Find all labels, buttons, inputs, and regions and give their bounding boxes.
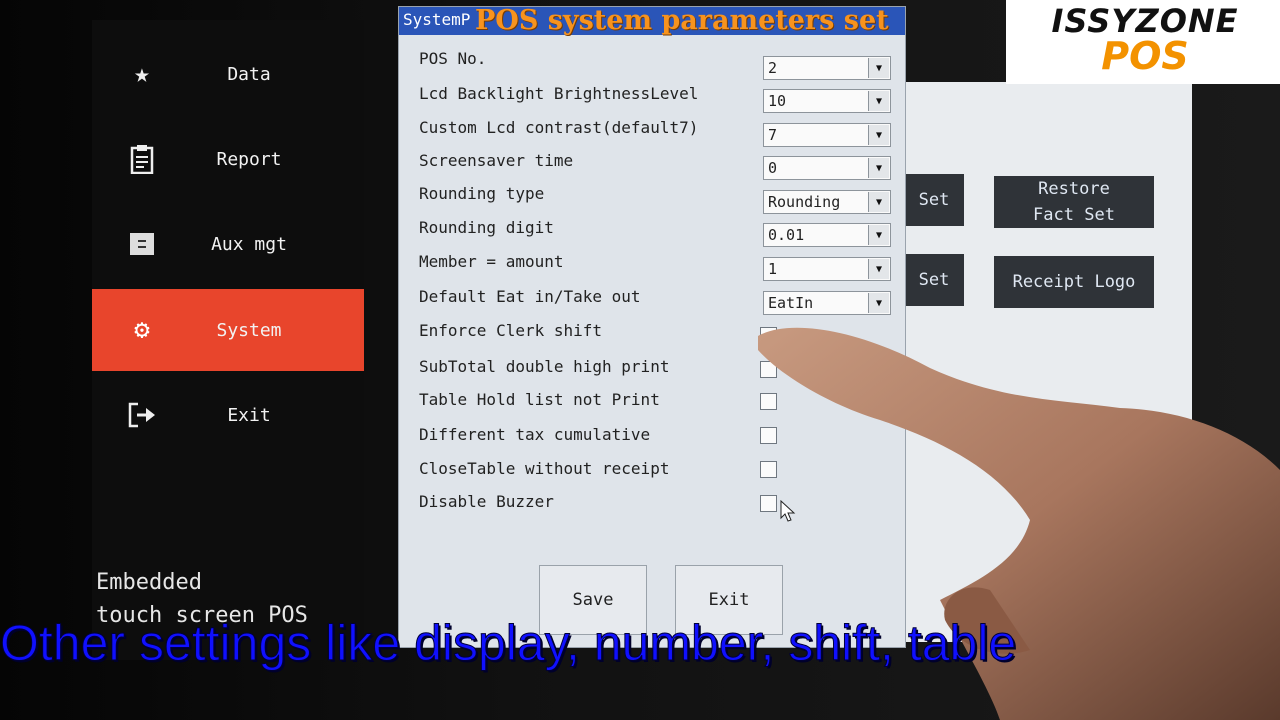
field-label: Rounding digit	[419, 218, 554, 237]
sidebar-item-label: Exit	[227, 404, 271, 426]
sidebar-item-label: Data	[227, 63, 271, 85]
sidebar-item-data[interactable]: ★ Data	[92, 33, 364, 115]
backlight-select[interactable]: 10 ▼	[763, 89, 891, 113]
set-button-1[interactable]: Set	[904, 174, 964, 226]
logo-line-2: POS	[1101, 34, 1189, 78]
receipt-logo-button[interactable]: Receipt Logo	[994, 256, 1154, 308]
system-parameters-dialog: SystemP POS system parameters set POS No…	[398, 5, 906, 648]
check-label: Table Hold list not Print	[419, 390, 660, 409]
gear-icon: ⚙	[134, 315, 150, 345]
sidebar-item-label: System	[216, 319, 282, 341]
field-label: Screensaver time	[419, 151, 574, 170]
check-label: CloseTable without receipt	[419, 459, 670, 478]
contrast-select[interactable]: 7 ▼	[763, 123, 891, 147]
chevron-down-icon[interactable]: ▼	[868, 293, 889, 313]
sidebar: ★ Data Report Aux mgt ⚙ System Exit	[92, 20, 364, 660]
select-value: 7	[768, 126, 778, 144]
field-label: Rounding type	[419, 184, 545, 203]
chevron-down-icon[interactable]: ▼	[868, 225, 889, 245]
select-value: 0	[768, 159, 778, 177]
set-button-2[interactable]: Set	[904, 254, 964, 306]
sidebar-item-system[interactable]: ⚙ System	[92, 289, 364, 371]
check-label: Enforce Clerk shift	[419, 321, 603, 340]
select-value: 2	[768, 59, 778, 77]
restore-fact-set-button[interactable]: Restore Fact Set	[994, 176, 1154, 228]
sidebar-item-aux-mgt[interactable]: Aux mgt	[92, 203, 364, 285]
check-label: SubTotal double high print	[419, 357, 670, 376]
chevron-down-icon[interactable]: ▼	[868, 125, 889, 145]
select-value: 0.01	[768, 226, 805, 244]
enforce-clerk-shift-checkbox[interactable]	[760, 327, 777, 344]
chevron-down-icon[interactable]: ▼	[868, 192, 889, 212]
background-panel	[902, 82, 1192, 642]
member-amount-select[interactable]: 1 ▼	[763, 257, 891, 281]
eat-in-select[interactable]: EatIn ▼	[763, 291, 891, 315]
chevron-down-icon[interactable]: ▼	[868, 58, 889, 78]
table-hold-list-checkbox[interactable]	[760, 393, 777, 410]
rounding-type-select[interactable]: Rounding ▼	[763, 190, 891, 214]
select-value: Rounding	[768, 193, 841, 211]
close-table-checkbox[interactable]	[760, 461, 777, 478]
check-label: Different tax cumulative	[419, 425, 651, 444]
sidebar-item-exit[interactable]: Exit	[92, 374, 364, 456]
field-label: Member = amount	[419, 252, 564, 271]
subtotal-double-high-checkbox[interactable]	[760, 361, 777, 378]
video-subtitle: Other settings like display, number, shi…	[0, 615, 1017, 672]
sidebar-item-report[interactable]: Report	[92, 118, 364, 200]
sidebar-item-label: Aux mgt	[211, 233, 287, 255]
exit-icon	[128, 401, 156, 429]
overlay-title: POS system parameters set	[475, 5, 889, 36]
sidebar-item-label: Report	[216, 148, 282, 170]
different-tax-checkbox[interactable]	[760, 427, 777, 444]
field-label: Lcd Backlight BrightnessLevel	[419, 84, 699, 103]
chevron-down-icon[interactable]: ▼	[868, 158, 889, 178]
select-value: 10	[768, 92, 787, 110]
chevron-down-icon[interactable]: ▼	[868, 91, 889, 111]
star-icon: ★	[134, 59, 150, 89]
issyzone-logo: ISSYZONE POS	[1006, 0, 1280, 84]
box-icon	[128, 230, 156, 258]
disable-buzzer-checkbox[interactable]	[760, 495, 777, 512]
select-value: 1	[768, 260, 778, 278]
clipboard-icon	[128, 145, 156, 174]
field-label: Default Eat in/Take out	[419, 287, 641, 306]
pos-no-select[interactable]: 2 ▼	[763, 56, 891, 80]
field-label: POS No.	[419, 49, 487, 68]
cursor-icon	[780, 500, 796, 522]
select-value: EatIn	[768, 294, 814, 312]
dialog-title: SystemP	[403, 10, 471, 29]
dialog-titlebar: SystemP POS system parameters set	[399, 5, 905, 36]
check-label: Disable Buzzer	[419, 492, 554, 511]
chevron-down-icon[interactable]: ▼	[868, 259, 889, 279]
field-label: Custom Lcd contrast(default7)	[419, 118, 699, 137]
screensaver-select[interactable]: 0 ▼	[763, 156, 891, 180]
rounding-digit-select[interactable]: 0.01 ▼	[763, 223, 891, 247]
